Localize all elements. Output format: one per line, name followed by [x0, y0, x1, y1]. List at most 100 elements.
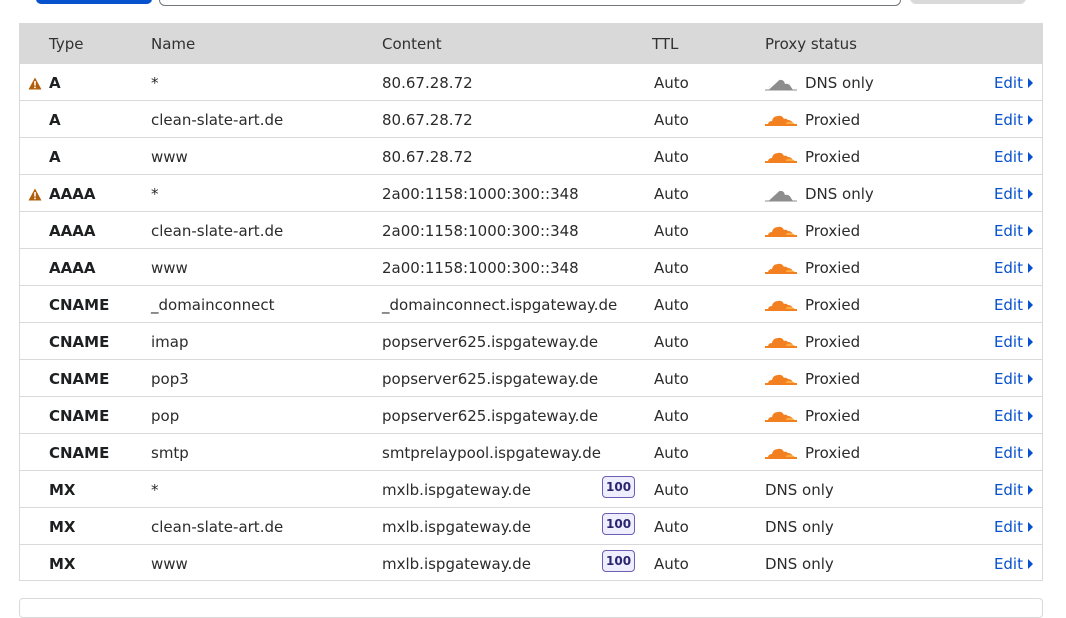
record-content: mxlb.ispgateway.de: [382, 481, 531, 499]
header-name[interactable]: Name: [151, 35, 195, 53]
header-ttl[interactable]: TTL: [652, 35, 678, 53]
edit-label[interactable]: Edit: [994, 518, 1023, 536]
caret-right-icon[interactable]: [1028, 115, 1033, 125]
record-ttl: Auto: [654, 222, 689, 240]
edit-label[interactable]: Edit: [994, 111, 1023, 129]
record-name: *: [151, 185, 159, 203]
table-row[interactable]: AAAA clean-slate-art.de 2a00:1158:1000:300…: [20, 212, 1042, 249]
table-header: Type Name Content TTL Proxy status: [20, 23, 1042, 64]
record-name: *: [151, 74, 159, 92]
table-row[interactable]: CNAME pop3 popserver625.ispgateway.de Auto P…: [20, 360, 1042, 397]
record-ttl: Auto: [654, 518, 689, 536]
record-content: smtprelaypool.ispgateway.de: [382, 444, 601, 462]
record-content: popserver625.ispgateway.de: [382, 407, 599, 425]
search-input[interactable]: [159, 0, 901, 6]
edit-link[interactable]: Edit: [994, 259, 1033, 277]
caret-right-icon[interactable]: [1028, 411, 1033, 421]
caret-right-icon[interactable]: [1028, 263, 1033, 273]
caret-right-icon[interactable]: [1028, 559, 1033, 569]
caret-right-icon[interactable]: [1028, 374, 1033, 384]
edit-link[interactable]: Edit: [994, 333, 1033, 351]
edit-label[interactable]: Edit: [994, 222, 1023, 240]
record-content: popserver625.ispgateway.de: [382, 370, 599, 388]
edit-link[interactable]: Edit: [994, 481, 1033, 499]
record-type: MX: [49, 555, 76, 573]
caret-right-icon[interactable]: [1028, 337, 1033, 347]
header-content[interactable]: Content: [382, 35, 442, 53]
record-type: CNAME: [49, 444, 110, 462]
edit-label[interactable]: Edit: [994, 444, 1023, 462]
caret-right-icon[interactable]: [1028, 300, 1033, 310]
edit-label[interactable]: Edit: [994, 148, 1023, 166]
orange-cloud-icon: [765, 408, 797, 424]
dns-records-table: Type Name Content TTL Proxy status A * 80.…: [19, 23, 1043, 581]
table-row[interactable]: CNAME smtp smtprelaypool.ispgateway.de Auto…: [20, 434, 1042, 471]
table-row[interactable]: Awww 80.67.28.72 Auto Proxied Edit: [20, 138, 1042, 175]
caret-right-icon[interactable]: [1028, 152, 1033, 162]
edit-link[interactable]: Edit: [994, 185, 1033, 203]
table-row[interactable]: CNAME imap popserver625.ispgateway.de Auto P…: [20, 323, 1042, 360]
record-ttl: Auto: [654, 148, 689, 166]
edit-link[interactable]: Edit: [994, 148, 1033, 166]
edit-link[interactable]: Edit: [994, 555, 1033, 573]
record-ttl: Auto: [654, 296, 689, 314]
edit-link[interactable]: Edit: [994, 444, 1033, 462]
record-type: CNAME: [49, 370, 110, 388]
record-ttl: Auto: [654, 370, 689, 388]
edit-label[interactable]: Edit: [994, 74, 1023, 92]
record-name: clean-slate-art.de: [151, 111, 284, 129]
next-panel: [19, 598, 1043, 618]
record-type: MX: [49, 481, 76, 499]
header-type[interactable]: Type: [49, 35, 83, 53]
edit-link[interactable]: Edit: [994, 222, 1033, 240]
record-type: A: [49, 148, 61, 166]
edit-link[interactable]: Edit: [994, 74, 1033, 92]
table-row[interactable]: MX * mxlb.ispgateway.de 100 Auto DNS only Edit: [20, 471, 1042, 508]
record-name: clean-slate-art.de: [151, 222, 284, 240]
edit-label[interactable]: Edit: [994, 481, 1023, 499]
table-row[interactable]: A * 80.67.28.72 Auto DNS only Edit: [20, 64, 1042, 101]
caret-right-icon[interactable]: [1028, 189, 1033, 199]
record-name: pop: [151, 407, 180, 425]
edit-label[interactable]: Edit: [994, 259, 1023, 277]
edit-label[interactable]: Edit: [994, 407, 1023, 425]
record-name: www: [151, 555, 188, 573]
caret-right-icon[interactable]: [1028, 226, 1033, 236]
caret-right-icon[interactable]: [1028, 485, 1033, 495]
orange-cloud-icon: [765, 112, 797, 128]
edit-link[interactable]: Edit: [994, 296, 1033, 314]
table-row[interactable]: MX www mxlb.ispgateway.de 100 Auto DNS only Ed…: [20, 545, 1042, 580]
edit-label[interactable]: Edit: [994, 370, 1023, 388]
record-type: A: [49, 74, 61, 92]
secondary-button[interactable]: [910, 0, 1026, 4]
edit-link[interactable]: Edit: [994, 518, 1033, 536]
caret-right-icon[interactable]: [1028, 448, 1033, 458]
edit-label[interactable]: Edit: [994, 296, 1023, 314]
priority-badge: 100: [602, 550, 636, 572]
edit-label[interactable]: Edit: [994, 555, 1023, 573]
edit-link[interactable]: Edit: [994, 370, 1033, 388]
record-content: 80.67.28.72: [382, 148, 473, 166]
warning-icon[interactable]: [28, 186, 42, 201]
edit-link[interactable]: Edit: [994, 111, 1033, 129]
proxy-status: Proxied: [805, 111, 861, 129]
warning-icon[interactable]: [28, 75, 42, 90]
table-row[interactable]: AAAA * 2a00:1158:1000:300::348 Auto DNS only…: [20, 175, 1042, 212]
record-content: 80.67.28.72: [382, 111, 473, 129]
record-ttl: Auto: [654, 444, 689, 462]
table-row[interactable]: CNAME pop popserver625.ispgateway.de Auto Pr…: [20, 397, 1042, 434]
edit-link[interactable]: Edit: [994, 407, 1033, 425]
proxy-status: Proxied: [805, 148, 861, 166]
caret-right-icon[interactable]: [1028, 78, 1033, 88]
table-row[interactable]: MX clean-slate-art.de mxlb.ispgateway.de 10…: [20, 508, 1042, 545]
proxy-status: DNS only: [765, 481, 834, 499]
edit-label[interactable]: Edit: [994, 185, 1023, 203]
add-record-button[interactable]: [36, 0, 152, 4]
table-row[interactable]: Aclean-slate-art.de 80.67.28.72 Auto Proxie…: [20, 101, 1042, 138]
table-row[interactable]: AAAA www 2a00:1158:1000:300::348 Auto Proxie…: [20, 249, 1042, 286]
table-row[interactable]: CNAME _domainconnect _domainconnect.ispgat…: [20, 286, 1042, 323]
record-name: www: [151, 259, 188, 277]
edit-label[interactable]: Edit: [994, 333, 1023, 351]
caret-right-icon[interactable]: [1028, 522, 1033, 532]
header-proxy-status[interactable]: Proxy status: [765, 35, 857, 53]
